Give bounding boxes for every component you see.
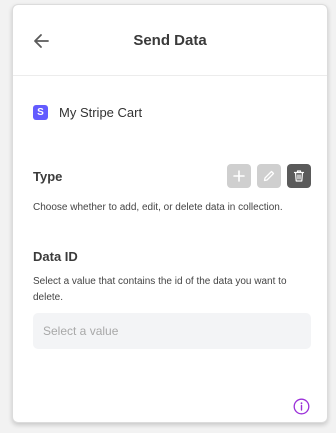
- stripe-logo-icon: S: [33, 105, 48, 120]
- panel-header: Send Data: [13, 5, 327, 76]
- type-button-group: [227, 164, 311, 188]
- plus-icon: [233, 170, 245, 182]
- type-label: Type: [33, 169, 63, 184]
- collection-row: S My Stripe Cart: [33, 105, 142, 120]
- trash-icon: [293, 170, 305, 182]
- type-description: Choose whether to add, edit, or delete d…: [33, 202, 283, 213]
- edit-type-button[interactable]: [257, 164, 281, 188]
- pencil-icon: [263, 170, 275, 182]
- data-id-description: Select a value that contains the id of t…: [33, 276, 287, 303]
- delete-type-button[interactable]: [287, 164, 311, 188]
- add-type-button[interactable]: [227, 164, 251, 188]
- data-id-label: Data ID: [33, 249, 78, 264]
- data-id-select[interactable]: Select a value: [33, 313, 311, 349]
- info-icon: [293, 398, 310, 415]
- page-title: Send Data: [133, 32, 207, 49]
- send-data-panel: Send Data S My Stripe Cart Type Choose w…: [12, 4, 328, 423]
- collection-name: My Stripe Cart: [59, 105, 143, 120]
- info-button[interactable]: [293, 398, 310, 415]
